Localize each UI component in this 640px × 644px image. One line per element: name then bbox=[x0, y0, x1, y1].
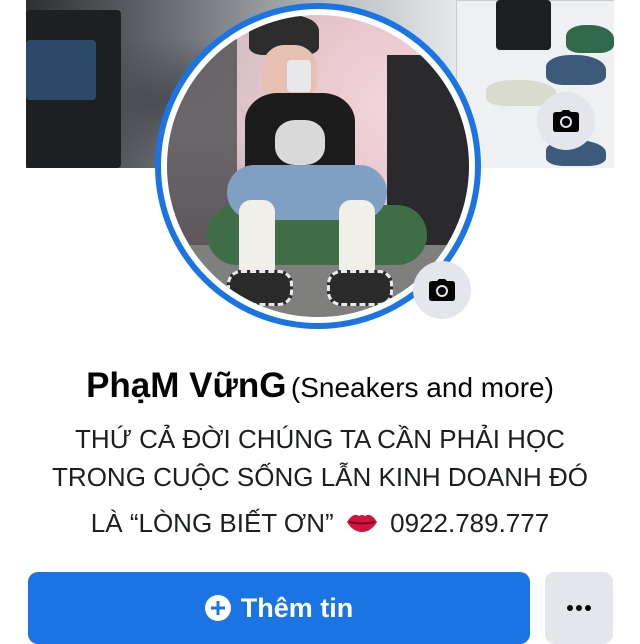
profile-alt-name: (Sneakers and more) bbox=[290, 372, 554, 403]
avatar-shoe bbox=[227, 270, 293, 306]
avatar-shirt-print bbox=[275, 120, 325, 165]
cover-sneaker bbox=[546, 55, 606, 85]
add-story-button[interactable]: Thêm tin bbox=[28, 572, 530, 644]
avatar-sock bbox=[239, 200, 275, 280]
avatar-phone bbox=[287, 60, 311, 92]
cover-box bbox=[26, 40, 96, 100]
bio-line-2: TRONG CUỘC SỐNG LẪN KINH DOANH ĐÓ bbox=[52, 462, 588, 492]
more-horizontal-icon bbox=[567, 605, 591, 611]
bio-line-3-text: LÀ “LÒNG BIẾT ƠN” bbox=[90, 508, 334, 538]
cover-shoebox bbox=[496, 0, 551, 50]
profile-name: PhạM VữnG bbox=[86, 366, 287, 405]
more-options-button[interactable] bbox=[545, 572, 613, 644]
add-story-label: Thêm tin bbox=[240, 592, 354, 623]
edit-profile-photo-button[interactable] bbox=[413, 261, 471, 319]
profile-name-line: PhạM VữnG (Sneakers and more) bbox=[0, 366, 640, 406]
cover-sneaker bbox=[566, 25, 614, 53]
camera-icon bbox=[429, 279, 455, 301]
camera-icon bbox=[553, 110, 579, 132]
edit-cover-photo-button[interactable] bbox=[537, 92, 595, 150]
kiss-mark-icon bbox=[345, 510, 379, 541]
avatar-shoe bbox=[327, 270, 393, 306]
bio-phone: 0922.789.777 bbox=[390, 508, 550, 538]
plus-circle-icon bbox=[204, 595, 231, 621]
bio-line-1: THỨ CẢ ĐỜI CHÚNG TA CẦN PHẢI HỌC bbox=[75, 424, 565, 454]
avatar-sock bbox=[339, 200, 375, 280]
bio-line-3: LÀ “LÒNG BIẾT ƠN” 0922.789.777 bbox=[0, 508, 640, 541]
